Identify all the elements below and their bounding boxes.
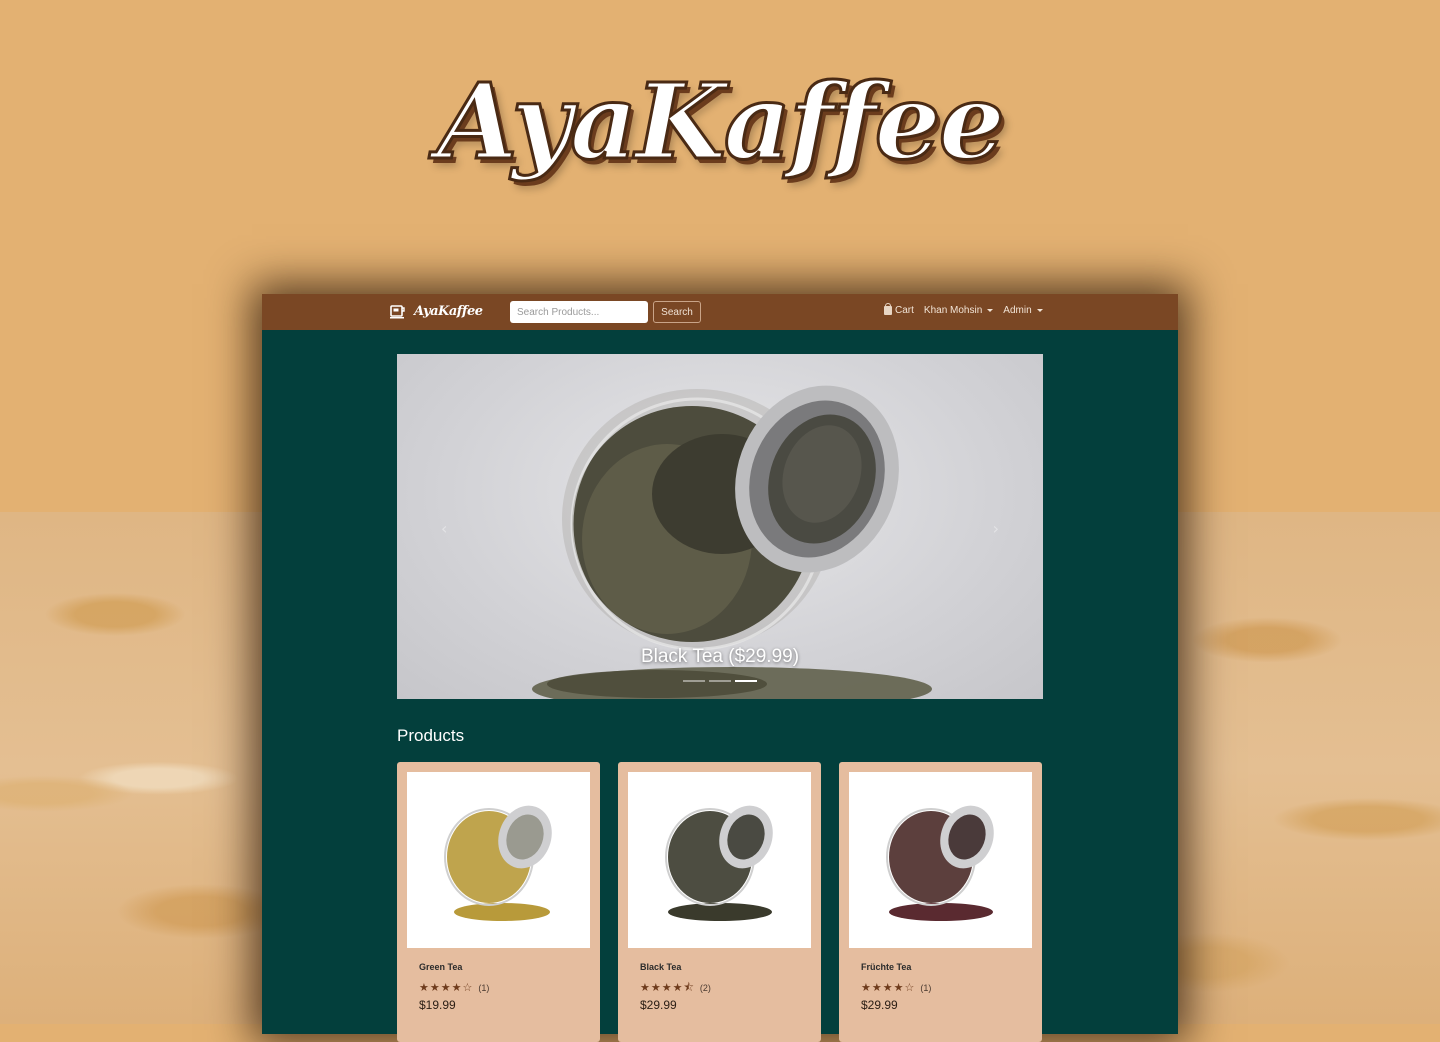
product-card[interactable]: Green Tea ★ ★ ★ ★ ☆ (1) $19.99 [397,762,600,1042]
product-list: Green Tea ★ ★ ★ ★ ☆ (1) $19.99 Black Tea… [397,762,1042,1042]
carousel-caption: Black Tea ($29.99) [640,646,800,667]
hero-logo-title: AyaKaffee [436,59,1007,185]
product-price: $29.99 [640,998,677,1012]
carousel-indicators [397,680,1043,682]
carousel-next-icon[interactable]: › [993,519,999,538]
product-card[interactable]: Black Tea ★ ★ ★ ★ ⯪ (2) $29.99 [618,762,821,1042]
product-rating: ★ ★ ★ ★ ⯪ (2) [640,982,711,993]
brand-link[interactable]: AyaKaffee [390,303,483,319]
product-image[interactable] [849,772,1032,948]
navbar: AyaKaffee Search Cart Khan Mohsin Admin [262,294,1178,330]
star-filled-icon: ★ [419,981,429,994]
cart-label: Cart [895,305,914,316]
product-rating: ★ ★ ★ ★ ☆ (1) [419,982,489,993]
search-input[interactable] [510,301,648,323]
shopping-bag-icon [884,303,892,315]
coffee-cup-icon [390,305,405,319]
product-name[interactable]: Green Tea [419,962,462,972]
cart-link[interactable]: Cart [884,303,914,316]
browser-window: AyaKaffee Search Cart Khan Mohsin Admin [262,294,1178,1042]
star-filled-icon: ★ [640,981,650,994]
star-filled-icon: ★ [893,981,904,994]
search-button[interactable]: Search [653,301,701,323]
star-half-icon: ⯪ [683,981,694,994]
star-filled-icon: ★ [440,981,451,994]
admin-dropdown[interactable]: Admin [1003,305,1043,316]
star-filled-icon: ★ [672,981,683,994]
product-price: $29.99 [861,998,898,1012]
chevron-down-icon [987,309,994,312]
carousel-indicator[interactable] [683,680,705,682]
brand-name: AyaKaffee [414,303,483,319]
tea-jar-image [444,805,552,921]
products-heading: Products [397,726,465,745]
review-count: (1) [920,982,932,993]
product-image[interactable] [407,772,590,948]
star-filled-icon: ★ [871,981,882,994]
carousel-indicator[interactable] [709,680,731,682]
product-card[interactable]: Früchte Tea ★ ★ ★ ★ ☆ (1) $29.99 [839,762,1042,1042]
tea-jar-image [886,805,994,921]
product-rating: ★ ★ ★ ★ ☆ (1) [861,982,931,993]
nav-right-menu: Cart Khan Mohsin Admin [884,303,1043,316]
tea-jar-image [665,805,773,921]
review-count: (2) [699,982,711,993]
star-filled-icon: ★ [650,981,661,994]
carousel-indicator-active[interactable] [735,680,757,682]
carousel-prev-icon[interactable]: ‹ [441,519,447,538]
product-carousel[interactable]: ‹ › Black Tea ($29.99) [397,354,1043,699]
star-filled-icon: ★ [661,981,672,994]
product-price: $19.99 [419,998,456,1012]
star-filled-icon: ★ [882,981,893,994]
admin-label: Admin [1003,305,1032,316]
star-filled-icon: ★ [861,981,871,994]
product-name[interactable]: Früchte Tea [861,962,911,972]
star-empty-icon: ☆ [904,981,915,994]
star-filled-icon: ★ [451,981,462,994]
review-count: (1) [478,982,490,993]
star-filled-icon: ★ [429,981,440,994]
product-image[interactable] [628,772,811,948]
star-empty-icon: ☆ [462,981,473,994]
chevron-down-icon [1036,309,1043,312]
product-name[interactable]: Black Tea [640,962,681,972]
user-dropdown[interactable]: Khan Mohsin [923,305,994,316]
user-label: Khan Mohsin [923,305,983,316]
